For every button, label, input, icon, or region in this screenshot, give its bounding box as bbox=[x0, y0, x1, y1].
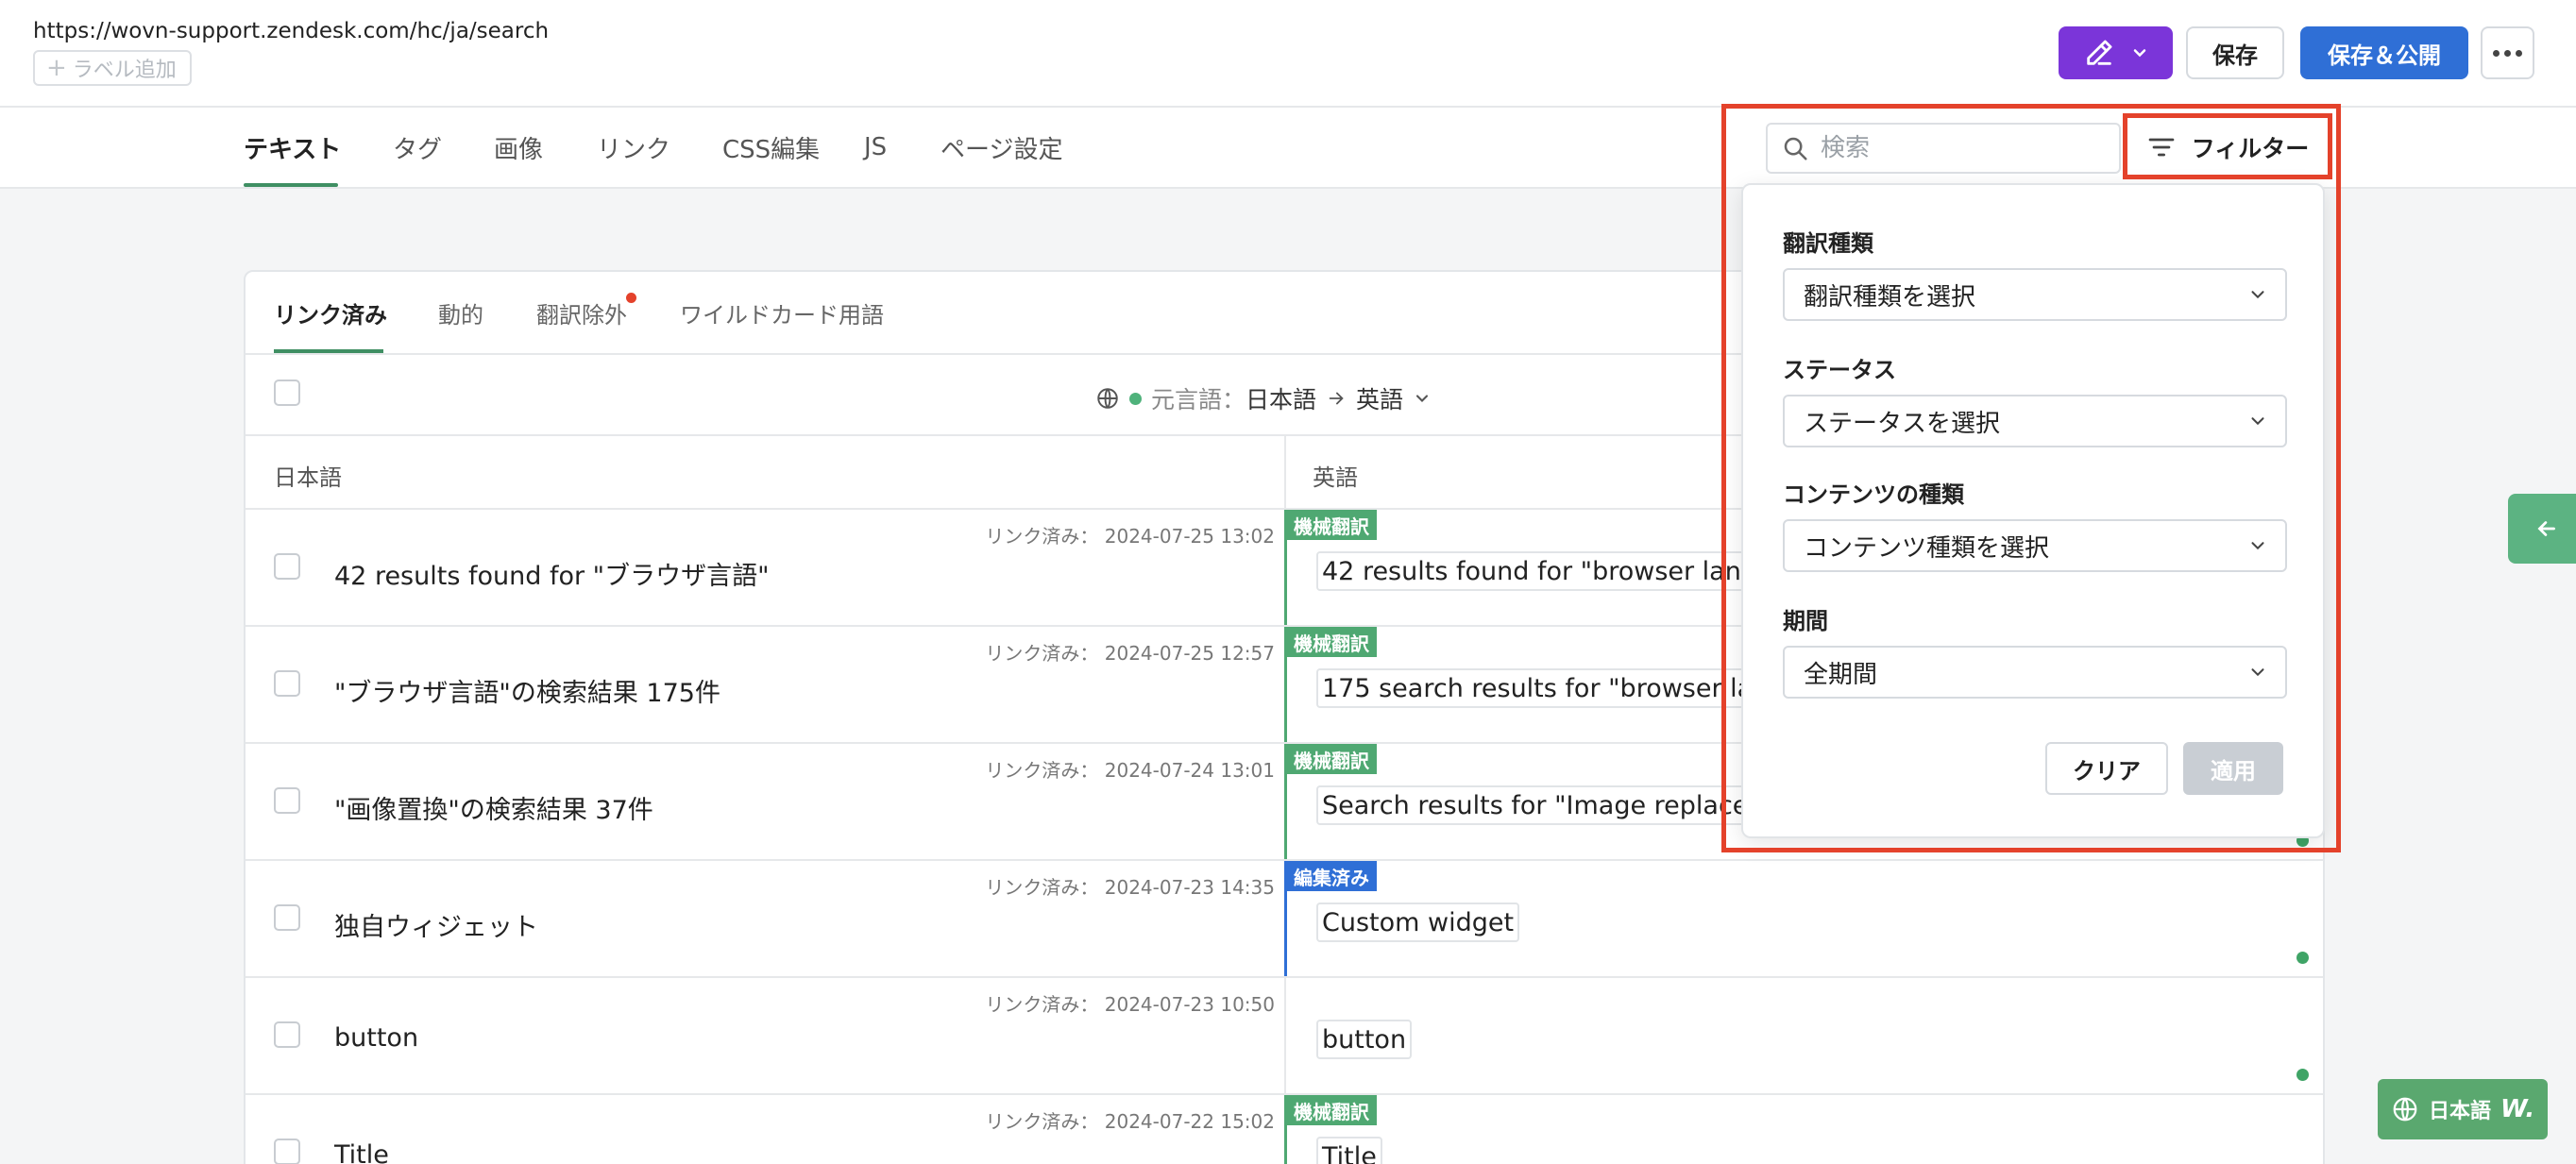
target-language: 英語 bbox=[1356, 386, 1404, 413]
target-text[interactable]: Custom widget bbox=[1316, 903, 1520, 942]
globe-icon bbox=[2393, 1097, 2417, 1122]
linked-timestamp: リンク済み： 2024-07-25 13:02 bbox=[985, 525, 1275, 548]
row-checkbox[interactable] bbox=[274, 787, 300, 814]
translation-status-badge: 機械翻訳 bbox=[1286, 1095, 1377, 1125]
subtab-wildcard[interactable]: ワイルドカード用語 bbox=[680, 272, 884, 353]
source-language: 日本語 bbox=[1246, 386, 1317, 413]
source-text: 独自ウィジェット bbox=[334, 913, 538, 942]
row-checkbox[interactable] bbox=[274, 1139, 300, 1164]
tab-js[interactable]: JS bbox=[864, 108, 887, 187]
active-tab-indicator bbox=[244, 183, 338, 187]
column-header-source: 日本語 bbox=[274, 464, 342, 491]
widget-language: 日本語 bbox=[2429, 1100, 2492, 1123]
row-checkbox[interactable] bbox=[274, 670, 300, 697]
save-and-publish-button[interactable]: 保存＆公開 bbox=[2300, 26, 2468, 79]
tab-link[interactable]: リンク bbox=[597, 108, 670, 187]
translation-status-badge: 機械翻訳 bbox=[1286, 510, 1377, 540]
expand-sidebar-button[interactable] bbox=[2508, 494, 2576, 564]
wovn-logo: W. bbox=[2500, 1095, 2535, 1123]
table-row[interactable]: リンク済み： 2024-07-22 15:02 Title 機械翻訳 Title bbox=[246, 1095, 2323, 1164]
language-widget[interactable]: 日本語 W. bbox=[2378, 1079, 2548, 1139]
save-button[interactable]: 保存 bbox=[2186, 26, 2284, 79]
globe-icon bbox=[1097, 388, 1118, 409]
more-dots-icon bbox=[2493, 49, 2522, 57]
arrow-right-icon bbox=[1329, 392, 1344, 405]
row-checkbox[interactable] bbox=[274, 904, 300, 931]
notification-dot bbox=[626, 293, 636, 303]
linked-timestamp: リンク済み： 2024-07-25 12:57 bbox=[985, 642, 1275, 665]
subtab-dynamic[interactable]: 動的 bbox=[438, 272, 483, 353]
plus-icon: + bbox=[46, 54, 67, 82]
table-row[interactable]: リンク済み： 2024-07-23 10:50 button button bbox=[246, 978, 2323, 1095]
column-header-target: 英語 bbox=[1313, 464, 1358, 491]
add-label-button[interactable]: + ラベル追加 bbox=[33, 50, 192, 86]
chevron-down-icon bbox=[2133, 49, 2145, 58]
select-all-checkbox[interactable] bbox=[274, 380, 300, 406]
translation-status-badge: 機械翻訳 bbox=[1286, 744, 1377, 774]
language-selector[interactable]: 元言語： 日本語 英語 bbox=[1095, 378, 1432, 419]
linked-timestamp: リンク済み： 2024-07-24 13:01 bbox=[985, 759, 1275, 782]
linked-timestamp: リンク済み： 2024-07-22 15:02 bbox=[985, 1110, 1275, 1133]
subtab-linked[interactable]: リンク済み bbox=[274, 272, 387, 353]
source-text: Title bbox=[334, 1140, 389, 1164]
chevron-down-icon bbox=[1416, 395, 1429, 402]
target-text[interactable]: Title bbox=[1316, 1137, 1382, 1164]
linked-timestamp: リンク済み： 2024-07-23 10:50 bbox=[985, 993, 1275, 1016]
source-text: button bbox=[334, 1023, 419, 1053]
tab-css[interactable]: CSS編集 bbox=[722, 108, 820, 187]
edit-mode-button[interactable] bbox=[2059, 26, 2173, 79]
top-bar: https://wovn-support.zendesk.com/hc/ja/s… bbox=[0, 0, 2576, 108]
tab-text[interactable]: テキスト bbox=[244, 108, 341, 187]
add-label-text: ラベル追加 bbox=[72, 59, 177, 82]
pencil-icon bbox=[2086, 40, 2111, 65]
row-checkbox[interactable] bbox=[274, 1021, 300, 1048]
arrow-left-icon bbox=[2537, 521, 2555, 536]
source-text: "ブラウザ言語"の検索結果 175件 bbox=[334, 679, 720, 708]
translation-status-badge: 機械翻訳 bbox=[1286, 627, 1377, 657]
status-dot bbox=[2296, 1069, 2309, 1081]
tab-page-settings[interactable]: ページ設定 bbox=[941, 108, 1062, 187]
highlight-box bbox=[1721, 104, 2341, 852]
source-text: 42 results found for "ブラウザ言語" bbox=[334, 562, 770, 591]
more-options-button[interactable] bbox=[2481, 26, 2534, 79]
tab-image[interactable]: 画像 bbox=[494, 108, 543, 187]
status-dot bbox=[1129, 392, 1142, 405]
page-url: https://wovn-support.zendesk.com/hc/ja/s… bbox=[33, 19, 550, 43]
row-checkbox[interactable] bbox=[274, 553, 300, 580]
status-dot bbox=[2296, 952, 2309, 964]
subtab-excluded[interactable]: 翻訳除外 bbox=[536, 272, 627, 353]
source-text: "画像置換"の検索結果 37件 bbox=[334, 796, 653, 825]
linked-timestamp: リンク済み： 2024-07-23 14:35 bbox=[985, 876, 1275, 899]
tab-tag[interactable]: タグ bbox=[393, 108, 442, 187]
target-text[interactable]: button bbox=[1316, 1020, 1413, 1059]
highlight-box bbox=[2123, 113, 2332, 179]
translation-status-badge: 編集済み bbox=[1286, 861, 1377, 891]
table-row[interactable]: リンク済み： 2024-07-23 14:35 独自ウィジェット 編集済み Custo… bbox=[246, 861, 2323, 978]
source-prefix: 元言語： bbox=[1151, 386, 1246, 413]
